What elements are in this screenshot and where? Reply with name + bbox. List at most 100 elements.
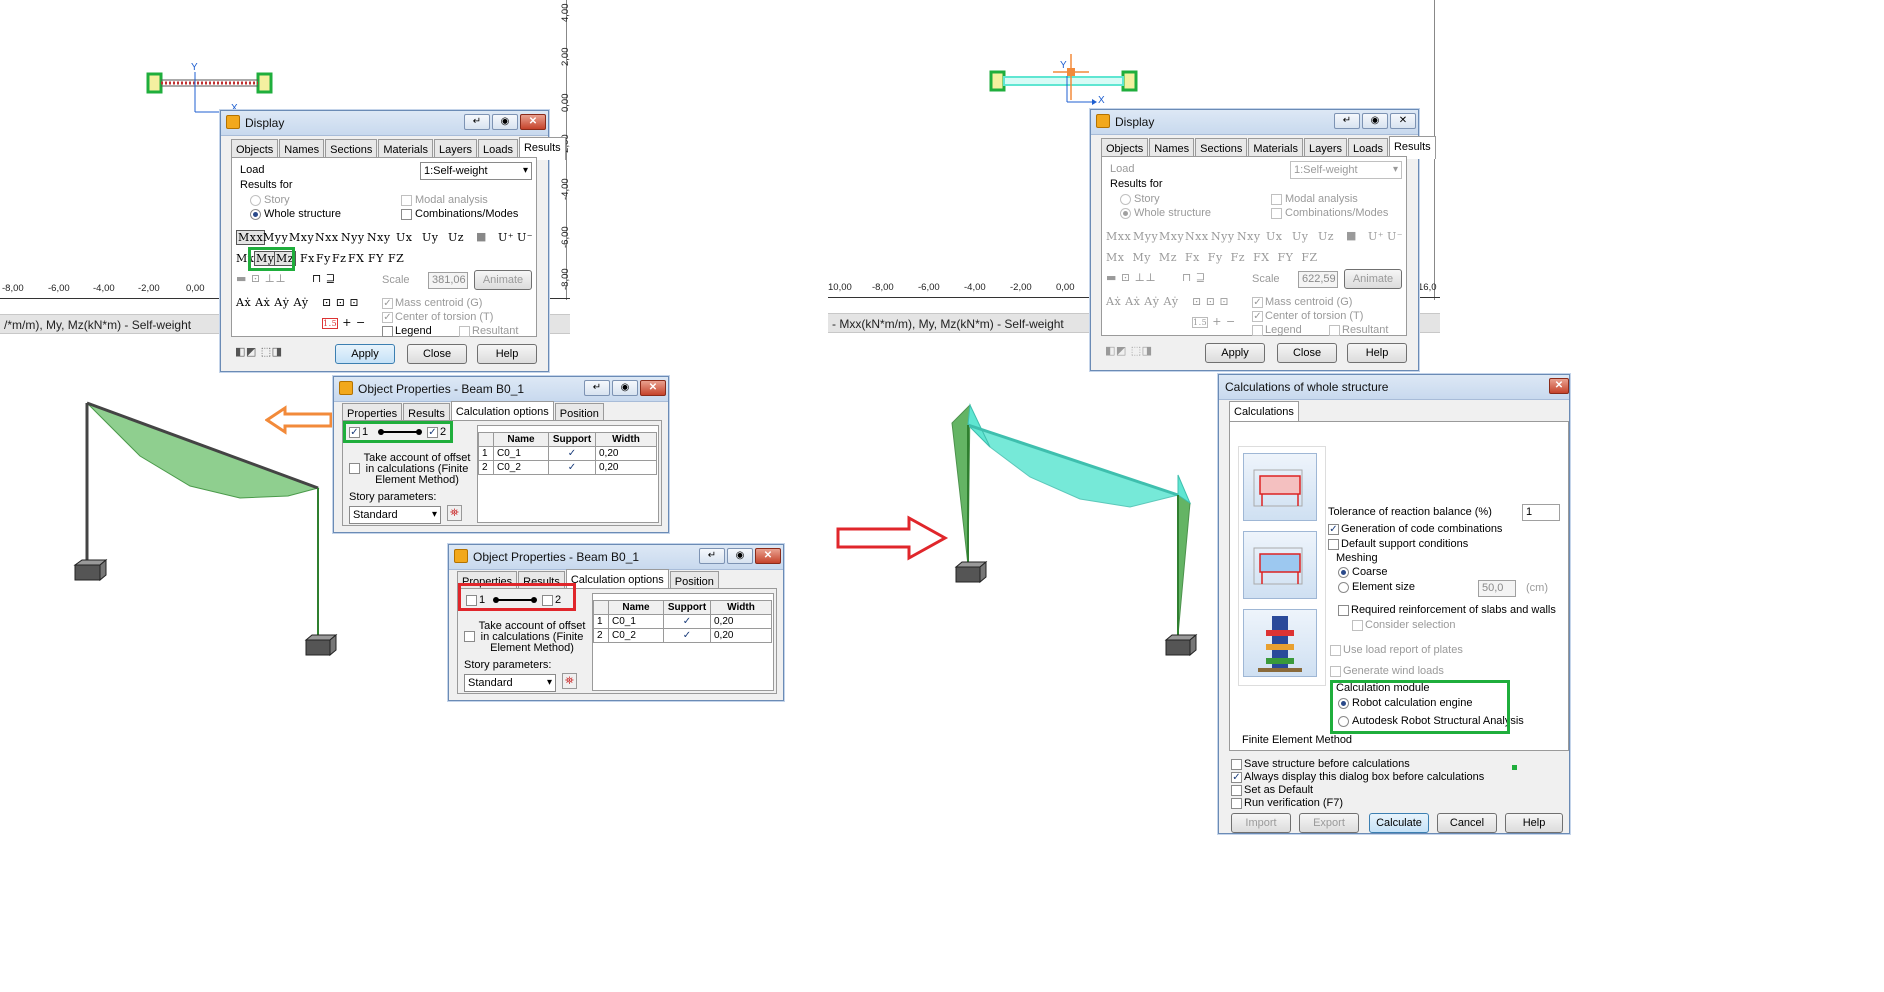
row-width[interactable]: 0,20	[710, 614, 772, 629]
story-radio[interactable]	[250, 195, 261, 206]
model-tower-icon[interactable]	[1243, 609, 1317, 677]
scale-plus-minus[interactable]: 1.5 + −	[1192, 315, 1236, 328]
calc-titlebar[interactable]: Calculations of whole structure ✕	[1219, 375, 1569, 400]
row-support[interactable]: ✓	[548, 460, 596, 475]
uz-button[interactable]: Uz	[1318, 230, 1334, 243]
mass-centroid-checkbox[interactable]: ✓	[382, 298, 393, 309]
u-minus-button[interactable]: U⁻	[1387, 230, 1403, 243]
axis-icons[interactable]: Aẋ Aẋ Aẏ Aẏ	[1106, 295, 1179, 308]
mxx-button[interactable]: Mxx	[236, 230, 266, 245]
modal-analysis-checkbox[interactable]	[401, 195, 412, 206]
table-row[interactable]: 2 C0_2 ✓ 0,20	[593, 628, 772, 643]
legend-checkbox[interactable]	[1252, 325, 1263, 336]
filter-icons[interactable]: ◧◩ ⬚◨	[235, 345, 283, 358]
myy-button[interactable]: Myy	[263, 231, 288, 244]
whole-structure-radio[interactable]	[1120, 208, 1131, 219]
diagram-icon[interactable]: ⊓ ⊒	[312, 272, 336, 285]
center-torsion-checkbox[interactable]: ✓	[1252, 311, 1263, 322]
table-row[interactable]: 1 C0_1 ✓ 0,20	[478, 446, 657, 461]
load-select[interactable]: 1:Self-weight	[1290, 161, 1402, 179]
diagram-icon[interactable]: ⊓ ⊒	[1182, 271, 1206, 284]
map-icon[interactable]: ■	[1346, 229, 1357, 242]
pin-button[interactable]: ↵	[1334, 113, 1360, 129]
close-button[interactable]: Close	[1277, 343, 1337, 363]
table-row[interactable]: 1 C0_1 ✓ 0,20	[593, 614, 772, 629]
pin-button[interactable]: ↵	[699, 548, 725, 564]
modal-analysis-checkbox[interactable]	[1271, 194, 1282, 205]
options-button[interactable]: ◉	[1362, 113, 1388, 129]
row-width[interactable]: 0,20	[595, 446, 657, 461]
always-display-checkbox[interactable]: ✓	[1231, 772, 1242, 783]
story-radio[interactable]	[1120, 194, 1131, 205]
required-reinf-checkbox[interactable]	[1338, 605, 1349, 616]
nyy-button[interactable]: Nyy	[341, 231, 365, 244]
fy-upper-button[interactable]: FY	[368, 252, 384, 265]
nxx-button[interactable]: Nxx	[315, 231, 339, 244]
legend-checkbox[interactable]	[382, 326, 393, 337]
nxx-button[interactable]: Nxx	[1185, 230, 1209, 243]
model-slab-icon[interactable]	[1243, 531, 1317, 599]
fy-button[interactable]: Fy	[316, 252, 331, 265]
row-width[interactable]: 0,20	[710, 628, 772, 643]
animate-button[interactable]: Animate	[474, 270, 532, 290]
row-support[interactable]: ✓	[548, 446, 596, 461]
fx-upper-button[interactable]: FX	[348, 252, 364, 265]
mxy-button[interactable]: Mxy	[289, 231, 314, 244]
offset-checkbox[interactable]	[464, 631, 475, 642]
nxy-button[interactable]: Nxy	[367, 231, 391, 244]
mxx-button[interactable]: Mxx	[1106, 230, 1131, 243]
uy-button[interactable]: Uy	[422, 231, 439, 244]
gen-wind-checkbox[interactable]	[1330, 666, 1341, 677]
u-plus-button[interactable]: U⁺	[498, 231, 514, 244]
default-support-checkbox[interactable]	[1328, 539, 1339, 550]
nxy-button[interactable]: Nxy	[1237, 230, 1261, 243]
close-button[interactable]: Close	[407, 344, 467, 364]
pin-button[interactable]: ↵	[584, 380, 610, 396]
combinations-checkbox[interactable]	[401, 209, 412, 220]
apply-button[interactable]: Apply	[335, 344, 395, 364]
axis-icons[interactable]: Aẋ Aẋ Aẏ Aẏ	[236, 296, 309, 309]
import-button[interactable]: Import	[1231, 813, 1291, 833]
load-select[interactable]: 1:Self-weight	[420, 162, 532, 180]
scale-input[interactable]: 622,59	[1298, 271, 1338, 288]
fz-button[interactable]: Fz	[332, 252, 346, 265]
resultant-checkbox[interactable]	[1329, 325, 1340, 336]
ux-button[interactable]: Ux	[396, 231, 412, 244]
tolerance-input[interactable]: 1	[1522, 504, 1560, 521]
u-plus-button[interactable]: U⁺	[1368, 230, 1384, 243]
obj1-titlebar[interactable]: Object Properties - Beam B0_1 ↵ ◉ ✕	[334, 377, 668, 402]
combinations-checkbox[interactable]	[1271, 208, 1282, 219]
story-params-select[interactable]: Standard	[349, 506, 441, 524]
story-params-icon[interactable]: ⛯	[447, 505, 463, 521]
map-icon[interactable]: ■	[476, 230, 487, 243]
scale-plus-minus[interactable]: 1.5 + −	[322, 316, 366, 329]
element-size-input[interactable]: 50,0	[1478, 580, 1516, 597]
nyy-button[interactable]: Nyy	[1211, 230, 1235, 243]
obj2-titlebar[interactable]: Object Properties - Beam B0_1 ↵ ◉ ✕	[449, 545, 783, 570]
ux-button[interactable]: Ux	[1266, 230, 1282, 243]
options-button[interactable]: ◉	[612, 380, 638, 396]
result-row-2[interactable]: Mx My Mz Fx Fy Fz FX FY FZ	[1106, 251, 1318, 264]
use-load-report-checkbox[interactable]	[1330, 645, 1341, 656]
support-icons[interactable]: ⊡ ⊡ ⊡	[1192, 295, 1229, 308]
row-width[interactable]: 0,20	[595, 460, 657, 475]
model-frame-icon[interactable]	[1243, 453, 1317, 521]
close-icon[interactable]: ✕	[640, 380, 666, 396]
whole-structure-radio[interactable]	[250, 209, 261, 220]
center-torsion-checkbox[interactable]: ✓	[382, 312, 393, 323]
uy-button[interactable]: Uy	[1292, 230, 1309, 243]
mxy-button[interactable]: Mxy	[1159, 230, 1184, 243]
close-icon[interactable]: ✕	[1549, 378, 1569, 394]
fz-upper-button[interactable]: FZ	[388, 252, 404, 265]
u-minus-button[interactable]: U⁻	[517, 231, 533, 244]
row-support[interactable]: ✓	[663, 628, 711, 643]
help-button[interactable]: Help	[477, 344, 537, 364]
animate-button[interactable]: Animate	[1344, 269, 1402, 289]
offset-checkbox[interactable]	[349, 463, 360, 474]
close-icon[interactable]: ✕	[520, 114, 546, 130]
apply-button[interactable]: Apply	[1205, 343, 1265, 363]
support-icons[interactable]: ⊡ ⊡ ⊡	[322, 296, 359, 309]
scale-input[interactable]: 381,06	[428, 272, 468, 289]
map-view-icon[interactable]: ▬ ⊡ ⊥⊥	[236, 272, 286, 285]
set-default-checkbox[interactable]	[1231, 785, 1242, 796]
